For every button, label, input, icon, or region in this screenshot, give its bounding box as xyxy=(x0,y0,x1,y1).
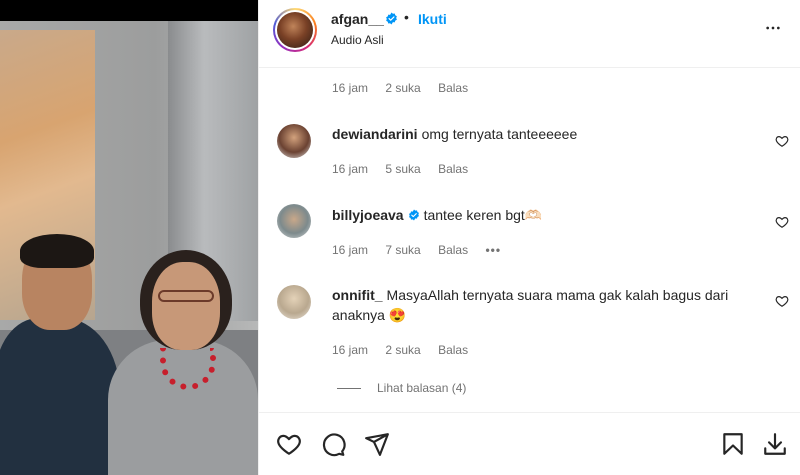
reply-button[interactable]: Balas xyxy=(438,162,468,176)
commenter-username[interactable]: onnifit_ xyxy=(332,287,383,303)
comment-text: omg ternyata tanteeeeee xyxy=(421,126,578,142)
heart-icon[interactable] xyxy=(276,431,302,457)
heart-icon[interactable] xyxy=(775,215,789,229)
author-username[interactable]: afgan__ xyxy=(331,11,384,27)
commenter-username[interactable]: dewiandarini xyxy=(332,126,418,142)
comment-likes[interactable]: 7 suka xyxy=(385,243,420,257)
comment-time: 16 jam xyxy=(332,81,369,95)
comment-time: 16 jam xyxy=(332,243,369,257)
video-player[interactable] xyxy=(0,0,258,475)
comment-text: tantee keren bgt🫶🏻 xyxy=(423,207,543,223)
post-header: afgan__ • Ikuti Audio Asli xyxy=(259,0,800,68)
comment-text-block: billyjoeava tantee keren bgt🫶🏻 xyxy=(332,205,752,225)
reply-button[interactable]: Balas xyxy=(438,81,468,95)
bookmark-icon[interactable] xyxy=(720,431,746,457)
verified-badge-icon xyxy=(386,12,397,25)
comment-icon[interactable] xyxy=(320,431,346,457)
comment-time: 16 jam xyxy=(332,343,369,357)
audio-link[interactable]: Audio Asli xyxy=(331,33,384,47)
comment-time: 16 jam xyxy=(332,162,369,176)
commenter-avatar[interactable] xyxy=(277,124,311,158)
download-icon[interactable] xyxy=(762,431,788,457)
video-top-bar xyxy=(0,0,258,21)
follow-button[interactable]: Ikuti xyxy=(418,11,447,27)
heart-icon[interactable] xyxy=(775,134,789,148)
comment-likes[interactable]: 2 suka xyxy=(385,343,420,357)
comment-likes[interactable]: 2 suka xyxy=(385,81,420,95)
reply-button[interactable]: Balas xyxy=(438,343,468,357)
post-action-bar xyxy=(259,412,800,475)
heart-icon[interactable] xyxy=(775,294,789,308)
comment-text-block: dewiandarini omg ternyata tanteeeeee xyxy=(332,124,752,144)
author-avatar[interactable] xyxy=(273,8,317,52)
comment-text: MasyaAllah ternyata suara mama gak kalah… xyxy=(332,287,729,323)
commenter-username[interactable]: billyjoeava xyxy=(332,207,404,223)
more-horizontal-icon[interactable] xyxy=(763,20,783,36)
comment-meta: 16 jam 7 suka Balas ••• xyxy=(332,243,515,257)
comment-meta: 16 jam 5 suka Balas xyxy=(332,162,482,176)
comment-meta: 16 jam 2 suka Balas xyxy=(332,343,482,357)
header-separator: • xyxy=(404,9,409,25)
commenter-avatar[interactable] xyxy=(277,204,311,238)
comment-likes[interactable]: 5 suka xyxy=(385,162,420,176)
reply-button[interactable]: Balas xyxy=(438,243,468,257)
post-panel: afgan__ • Ikuti Audio Asli 16 jam 2 suka… xyxy=(258,0,800,475)
commenter-avatar[interactable] xyxy=(277,285,311,319)
paper-plane-icon[interactable] xyxy=(364,431,390,457)
comment-text-block: onnifit_ MasyaAllah ternyata suara mama g… xyxy=(332,285,752,325)
verified-badge-icon xyxy=(408,209,419,221)
comment-meta: 16 jam 2 suka Balas xyxy=(332,81,482,95)
replies-divider-line xyxy=(337,388,361,390)
comment-options-button[interactable]: ••• xyxy=(485,243,501,257)
view-replies-button[interactable]: Lihat balasan (4) xyxy=(337,381,466,395)
view-replies-label: Lihat balasan (4) xyxy=(377,381,467,395)
